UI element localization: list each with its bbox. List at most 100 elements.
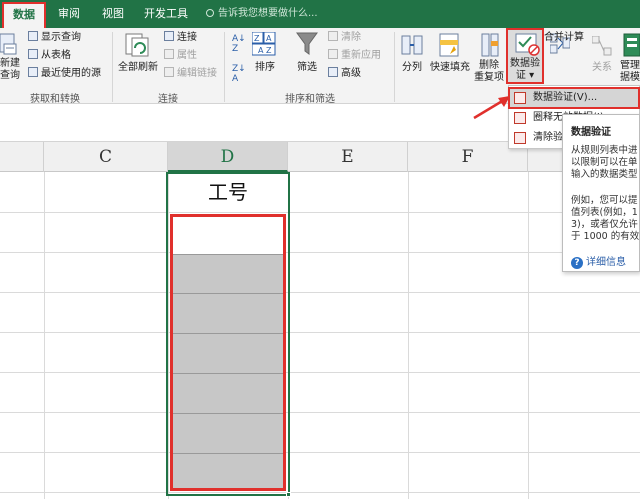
show-queries-button[interactable]: 显示查询: [28, 30, 81, 46]
grid-line: [528, 172, 529, 499]
remove-duplicates-label: 删除 重复项: [474, 60, 504, 83]
tooltip-example-line: 3)，或者仅允许: [571, 219, 638, 230]
grid-line: [0, 292, 640, 293]
clear-circles-icon: [514, 132, 526, 144]
relationships-icon[interactable]: [591, 35, 612, 56]
connections-icon: [164, 31, 174, 41]
manage-data-model-icon[interactable]: [622, 32, 640, 58]
connections-button[interactable]: 连接: [164, 30, 197, 46]
group-label-sort-filter: 排序和筛选: [285, 94, 335, 105]
grid-line: [44, 172, 45, 499]
help-icon: ?: [571, 257, 583, 269]
filter-funnel-icon[interactable]: [296, 30, 318, 58]
tab-developer[interactable]: 开发工具: [140, 4, 192, 24]
column-header-prev[interactable]: [0, 142, 44, 172]
tell-me-text: 告诉我您想要做什么...: [218, 8, 318, 19]
refresh-all-icon[interactable]: [122, 32, 152, 58]
reapply-button[interactable]: 重新应用: [328, 48, 381, 64]
recent-sources-button[interactable]: 最近使用的源: [28, 66, 101, 82]
group-label-get-transform: 获取和转换: [30, 94, 80, 105]
table-icon: [28, 31, 38, 41]
new-query-label: 新建 查询: [0, 58, 20, 81]
text-to-columns-label: 分列: [402, 62, 422, 73]
worksheet-grid[interactable]: 工号: [0, 172, 640, 499]
circle-invalid-icon: [514, 112, 526, 124]
svg-text:A: A: [266, 34, 272, 43]
from-table-button[interactable]: 从表格: [28, 48, 71, 64]
tooltip-example-line: 值列表(例如，1: [571, 207, 638, 218]
show-queries-label: 显示查询: [41, 32, 81, 43]
sort-label: 排序: [255, 62, 275, 73]
data-validation-icon: [514, 92, 526, 104]
svg-text:A Z: A Z: [258, 46, 272, 55]
from-table-label: 从表格: [41, 50, 71, 61]
document-icon: [28, 67, 38, 77]
sort-az-icon[interactable]: A↓ Z Z↓ A: [232, 34, 246, 84]
tab-view[interactable]: 视图: [96, 4, 130, 24]
clear-filter-button[interactable]: 清除: [328, 30, 361, 46]
advanced-filter-icon: [328, 67, 338, 77]
new-query-icon[interactable]: [0, 32, 18, 56]
table-icon: [28, 49, 38, 59]
relationships-label: 关系: [592, 62, 612, 73]
group-separator: [112, 32, 113, 102]
flash-fill-icon[interactable]: [438, 32, 462, 58]
tooltip-body-line: 输入的数据类型: [571, 169, 638, 180]
advanced-filter-label: 高级: [341, 68, 361, 79]
tell-me-search[interactable]: 告诉我您想要做什么...: [206, 4, 318, 24]
grid-line: [0, 332, 640, 333]
connections-label: 连接: [177, 32, 197, 43]
lightbulb-icon: [206, 9, 214, 17]
grid-line: [0, 252, 640, 253]
clear-filter-icon: [328, 31, 338, 41]
reapply-icon: [328, 49, 338, 59]
tell-me-more-link[interactable]: ? 详细信息: [571, 253, 626, 269]
svg-text:Z: Z: [254, 34, 260, 43]
text-to-columns-icon[interactable]: [400, 32, 424, 58]
sort-icon[interactable]: ZA A Z: [251, 31, 276, 56]
grid-line: [0, 412, 640, 413]
properties-icon: [164, 49, 174, 59]
refresh-all-label: 全部刷新: [118, 62, 158, 73]
tooltip-example-line: 于 1000 的有效: [571, 231, 640, 242]
reapply-label: 重新应用: [341, 50, 381, 61]
filter-label: 筛选: [297, 62, 317, 73]
column-header-c[interactable]: C: [44, 142, 168, 172]
remove-duplicates-icon[interactable]: [480, 32, 500, 58]
group-label-connections: 连接: [158, 94, 178, 105]
menu-item-label: 数据验证(V)...: [533, 92, 598, 103]
tab-data[interactable]: 数据: [2, 2, 46, 30]
tell-me-more-label: 详细信息: [586, 257, 626, 268]
edit-links-icon: [164, 67, 174, 77]
grid-line: [408, 172, 409, 499]
ribbon-tab-bar: 数据 审阅 视图 开发工具 告诉我您想要做什么...: [0, 0, 640, 30]
flash-fill-label: 快速填充: [430, 62, 470, 73]
advanced-filter-button[interactable]: 高级: [328, 66, 361, 82]
tooltip-body-line: 以限制可以在单: [571, 157, 638, 168]
grid-line: [0, 452, 640, 453]
menu-item-data-validation[interactable]: 数据验证(V)...: [508, 87, 640, 109]
group-separator: [394, 32, 395, 102]
consolidate-label: 合并计算: [544, 32, 584, 43]
tooltip-title: 数据验证: [571, 127, 611, 138]
tab-review[interactable]: 审阅: [52, 4, 86, 24]
data-validation-button[interactable]: 数据验 证 ▾: [506, 28, 544, 84]
fill-handle[interactable]: [286, 492, 291, 497]
recent-sources-label: 最近使用的源: [41, 68, 101, 79]
manage-data-model-label: 管理 据模: [620, 60, 640, 83]
column-header-d[interactable]: D: [168, 142, 288, 172]
edit-links-label: 编辑链接: [177, 68, 217, 79]
highlight-box: [170, 214, 286, 491]
properties-button[interactable]: 属性: [164, 48, 197, 64]
grid-line: [0, 212, 640, 213]
group-separator: [224, 32, 225, 102]
tooltip-body-line: 从规则列表中进: [571, 145, 638, 156]
column-header-e[interactable]: E: [288, 142, 408, 172]
tooltip-example-line: 例如，您可以提: [571, 195, 638, 206]
clear-filter-label: 清除: [341, 32, 361, 43]
data-validation-label: 数据验 证 ▾: [510, 58, 540, 81]
grid-line: [0, 372, 640, 373]
edit-links-button[interactable]: 编辑链接: [164, 66, 217, 82]
properties-label: 属性: [177, 50, 197, 61]
grid-line: [0, 492, 640, 493]
